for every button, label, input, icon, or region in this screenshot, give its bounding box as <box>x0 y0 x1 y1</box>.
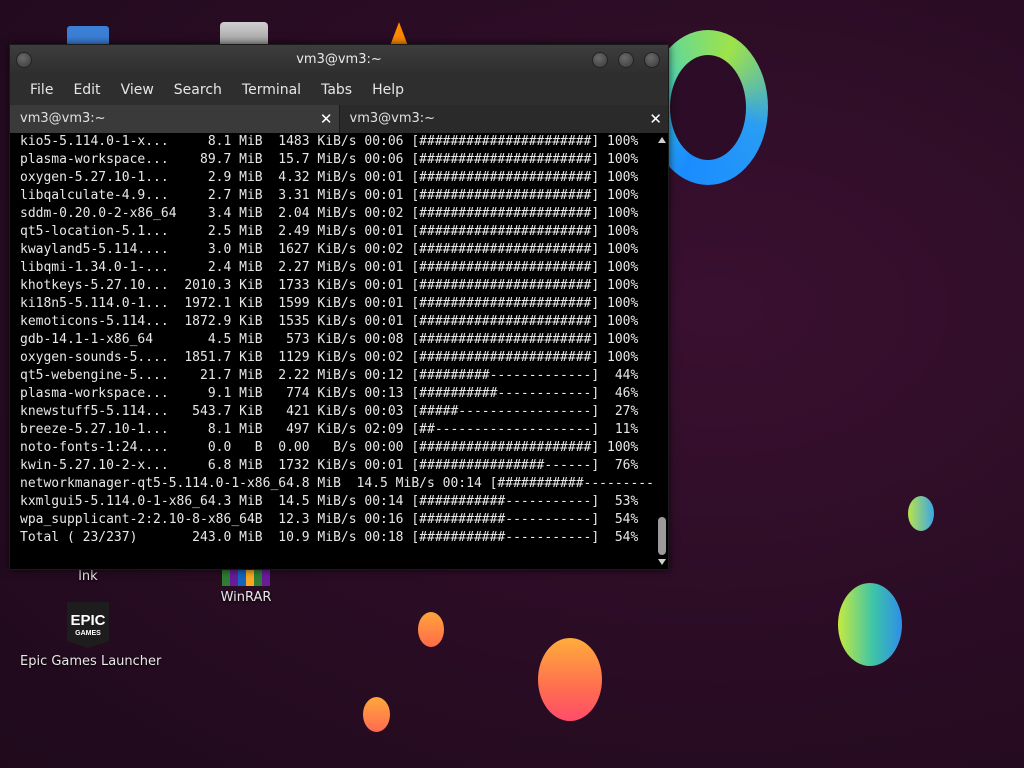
terminal-text: kio5-5.114.0-1-x... 8.1 MiB 1483 KiB/s 0… <box>10 133 656 547</box>
terminal-line: kwin-5.27.10-2-x... 6.8 MiB 1732 KiB/s 0… <box>20 458 639 473</box>
wallpaper-bubble <box>538 638 602 721</box>
tab-1[interactable]: vm3@vm3:~ ✕ <box>10 105 339 133</box>
terminal-line: oxygen-sounds-5.... 1851.7 KiB 1129 KiB/… <box>20 350 639 365</box>
terminal-line: plasma-workspace... 89.7 MiB 15.7 MiB/s … <box>20 152 639 167</box>
terminal-scrollbar[interactable] <box>656 133 668 569</box>
menu-view[interactable]: View <box>111 82 164 98</box>
menu-help[interactable]: Help <box>362 82 414 98</box>
scrollbar-thumb[interactable] <box>658 517 666 555</box>
terminal-line: kwayland5-5.114.... 3.0 MiB 1627 KiB/s 0… <box>20 242 639 257</box>
terminal-line: knewstuff5-5.114... 543.7 KiB 421 KiB/s … <box>20 404 639 419</box>
menu-file[interactable]: File <box>20 82 63 98</box>
terminal-window: vm3@vm3:~ File Edit View Search Terminal… <box>9 44 669 570</box>
terminal-line: networkmanager-qt5-5.114.0-1-x86_64.8 Mi… <box>20 476 656 491</box>
tab-close-icon[interactable]: ✕ <box>649 105 662 133</box>
desktop-icon-epic-games[interactable]: EPIC GAMES Epic Games Launcher <box>20 602 162 669</box>
wallpaper-bubble <box>418 612 444 647</box>
terminal-line: kemoticons-5.114... 1872.9 KiB 1535 KiB/… <box>20 314 639 329</box>
epic-games-icon: EPIC GAMES <box>67 602 109 648</box>
terminal-line: qt5-webengine-5.... 21.7 MiB 2.22 MiB/s … <box>20 368 639 383</box>
maximize-icon[interactable] <box>618 52 634 68</box>
close-icon[interactable] <box>644 52 660 68</box>
wallpaper-bubble <box>838 583 902 666</box>
terminal-line: wpa_supplicant-2:2.10-8-x86_64B 12.3 MiB… <box>20 512 639 527</box>
terminal-line: qt5-location-5.1... 2.5 MiB 2.49 MiB/s 0… <box>20 224 639 239</box>
terminal-line: kio5-5.114.0-1-x... 8.1 MiB 1483 KiB/s 0… <box>20 134 639 149</box>
desktop-icon-label: WinRAR <box>220 590 272 605</box>
minimize-icon[interactable] <box>592 52 608 68</box>
desktop-icon-label: lnk <box>78 569 98 584</box>
tab-label: vm3@vm3:~ <box>349 111 436 126</box>
terminal-line: ki18n5-5.114.0-1... 1972.1 KiB 1599 KiB/… <box>20 296 639 311</box>
terminal-line: noto-fonts-1:24.... 0.0 B 0.00 B/s 00:00… <box>20 440 639 455</box>
terminal-line: sddm-0.20.0-2-x86_64 3.4 MiB 2.04 MiB/s … <box>20 206 639 221</box>
window-title: vm3@vm3:~ <box>296 52 382 67</box>
tab-bar: vm3@vm3:~ ✕ vm3@vm3:~ ✕ <box>10 105 668 133</box>
terminal-line: kxmlgui5-5.114.0-1-x86_64.3 MiB 14.5 MiB… <box>20 494 639 509</box>
tab-close-icon[interactable]: ✕ <box>320 105 333 133</box>
terminal-line: khotkeys-5.27.10... 2010.3 KiB 1733 KiB/… <box>20 278 639 293</box>
terminal-line: libqmi-1.34.0-1-... 2.4 MiB 2.27 MiB/s 0… <box>20 260 639 275</box>
terminal-line: oxygen-5.27.10-1... 2.9 MiB 4.32 MiB/s 0… <box>20 170 639 185</box>
scroll-down-icon[interactable] <box>658 559 666 565</box>
terminal-output[interactable]: kio5-5.114.0-1-x... 8.1 MiB 1483 KiB/s 0… <box>10 133 656 569</box>
terminal-line: Total ( 23/237) 243.0 MiB 10.9 MiB/s 00:… <box>20 530 639 545</box>
menu-search[interactable]: Search <box>164 82 232 98</box>
tab-2[interactable]: vm3@vm3:~ ✕ <box>338 105 668 133</box>
wallpaper-bubble <box>363 697 390 732</box>
terminal-line: plasma-workspace... 9.1 MiB 774 KiB/s 00… <box>20 386 639 401</box>
menu-tabs[interactable]: Tabs <box>311 82 362 98</box>
menu-terminal[interactable]: Terminal <box>232 82 311 98</box>
window-titlebar[interactable]: vm3@vm3:~ <box>10 45 668 75</box>
winrar-icon <box>222 568 270 586</box>
desktop-icon-label: Epic Games Launcher <box>20 654 162 669</box>
menu-edit[interactable]: Edit <box>63 82 110 98</box>
tab-label: vm3@vm3:~ <box>20 111 106 126</box>
menubar: File Edit View Search Terminal Tabs Help <box>10 75 668 105</box>
desktop-icon-winrar[interactable]: WinRAR <box>214 568 278 605</box>
desktop-icon-lnk[interactable]: lnk <box>68 569 108 584</box>
vlc-icon[interactable] <box>390 22 408 46</box>
scroll-up-icon[interactable] <box>658 137 666 143</box>
window-menu-icon[interactable] <box>16 52 32 68</box>
terminal-line: breeze-5.27.10-1... 8.1 MiB 497 KiB/s 02… <box>20 422 639 437</box>
terminal-line: libqalculate-4.9... 2.7 MiB 3.31 MiB/s 0… <box>20 188 639 203</box>
wallpaper-bubble <box>908 496 934 531</box>
terminal-line: gdb-14.1-1-x86_64 4.5 MiB 573 KiB/s 00:0… <box>20 332 639 347</box>
